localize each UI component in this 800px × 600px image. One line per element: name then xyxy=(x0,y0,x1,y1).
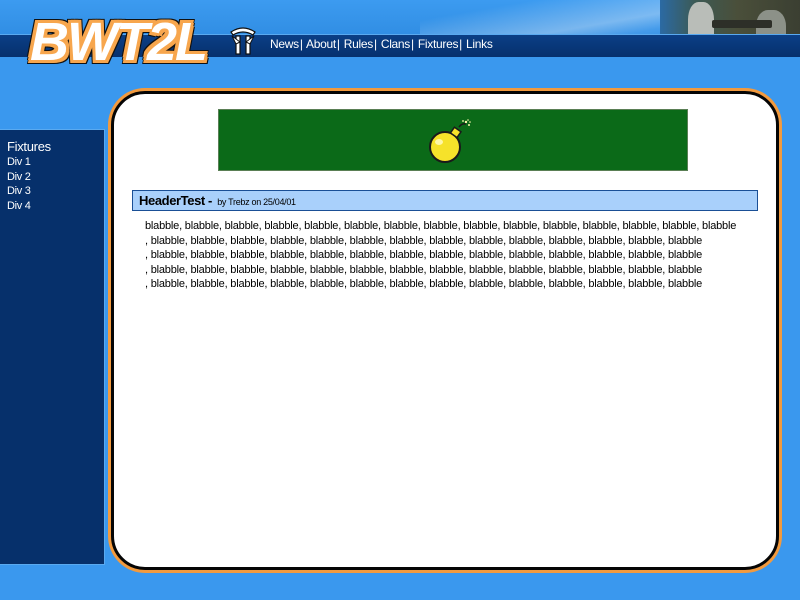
post-body: blabble, blabble, blabble, blabble, blab… xyxy=(145,219,745,292)
main-nav: News| About| Rules| Clans| Fixtures| Lin… xyxy=(270,37,493,51)
content-panel: HeaderTest - by Trebz on 25/04/01 blabbl… xyxy=(111,91,779,570)
nav-rules[interactable]: Rules xyxy=(344,37,373,51)
nav-separator: | xyxy=(373,37,377,51)
banner[interactable] xyxy=(218,109,688,171)
post-line: , blabble, blabble, blabble, blabble, bl… xyxy=(145,278,703,290)
sidebar-item-div-4[interactable]: Div 4 xyxy=(7,199,31,214)
bomb-icon xyxy=(429,119,471,163)
logo-emblem-icon xyxy=(230,27,256,55)
nav-about[interactable]: About xyxy=(306,37,336,51)
nav-links[interactable]: Links xyxy=(466,37,493,51)
nav-separator: | xyxy=(459,37,462,51)
nav-clans[interactable]: Clans xyxy=(381,37,410,51)
nav-separator: | xyxy=(336,37,340,51)
post-line: , blabble, blabble, blabble, blabble, bl… xyxy=(145,249,703,261)
post-title: HeaderTest - xyxy=(139,193,212,208)
nav-news[interactable]: News xyxy=(270,37,299,51)
post-line: , blabble, blabble, blabble, blabble, bl… xyxy=(145,263,703,276)
nav-separator: | xyxy=(299,37,303,51)
post-line: blabble, blabble, blabble, blabble, blab… xyxy=(145,220,737,232)
nav-separator: | xyxy=(411,37,414,51)
sidebar-heading: Fixtures xyxy=(7,139,51,154)
site-logo[interactable]: BWT2L xyxy=(30,12,208,72)
sidebar: Fixtures Div 1 Div 2 Div 3 Div 4 xyxy=(0,129,105,565)
sidebar-list: Div 1 Div 2 Div 3 Div 4 xyxy=(7,155,31,213)
post-line: , blabble, blabble, blabble, blabble, bl… xyxy=(145,234,703,247)
post-header: HeaderTest - by Trebz on 25/04/01 xyxy=(132,190,758,211)
sidebar-item-div-3[interactable]: Div 3 xyxy=(7,184,31,199)
post-meta: by Trebz on 25/04/01 xyxy=(217,197,296,207)
nav-fixtures[interactable]: Fixtures xyxy=(418,37,459,51)
sidebar-item-div-2[interactable]: Div 2 xyxy=(7,170,31,185)
sidebar-item-div-1[interactable]: Div 1 xyxy=(7,155,31,170)
